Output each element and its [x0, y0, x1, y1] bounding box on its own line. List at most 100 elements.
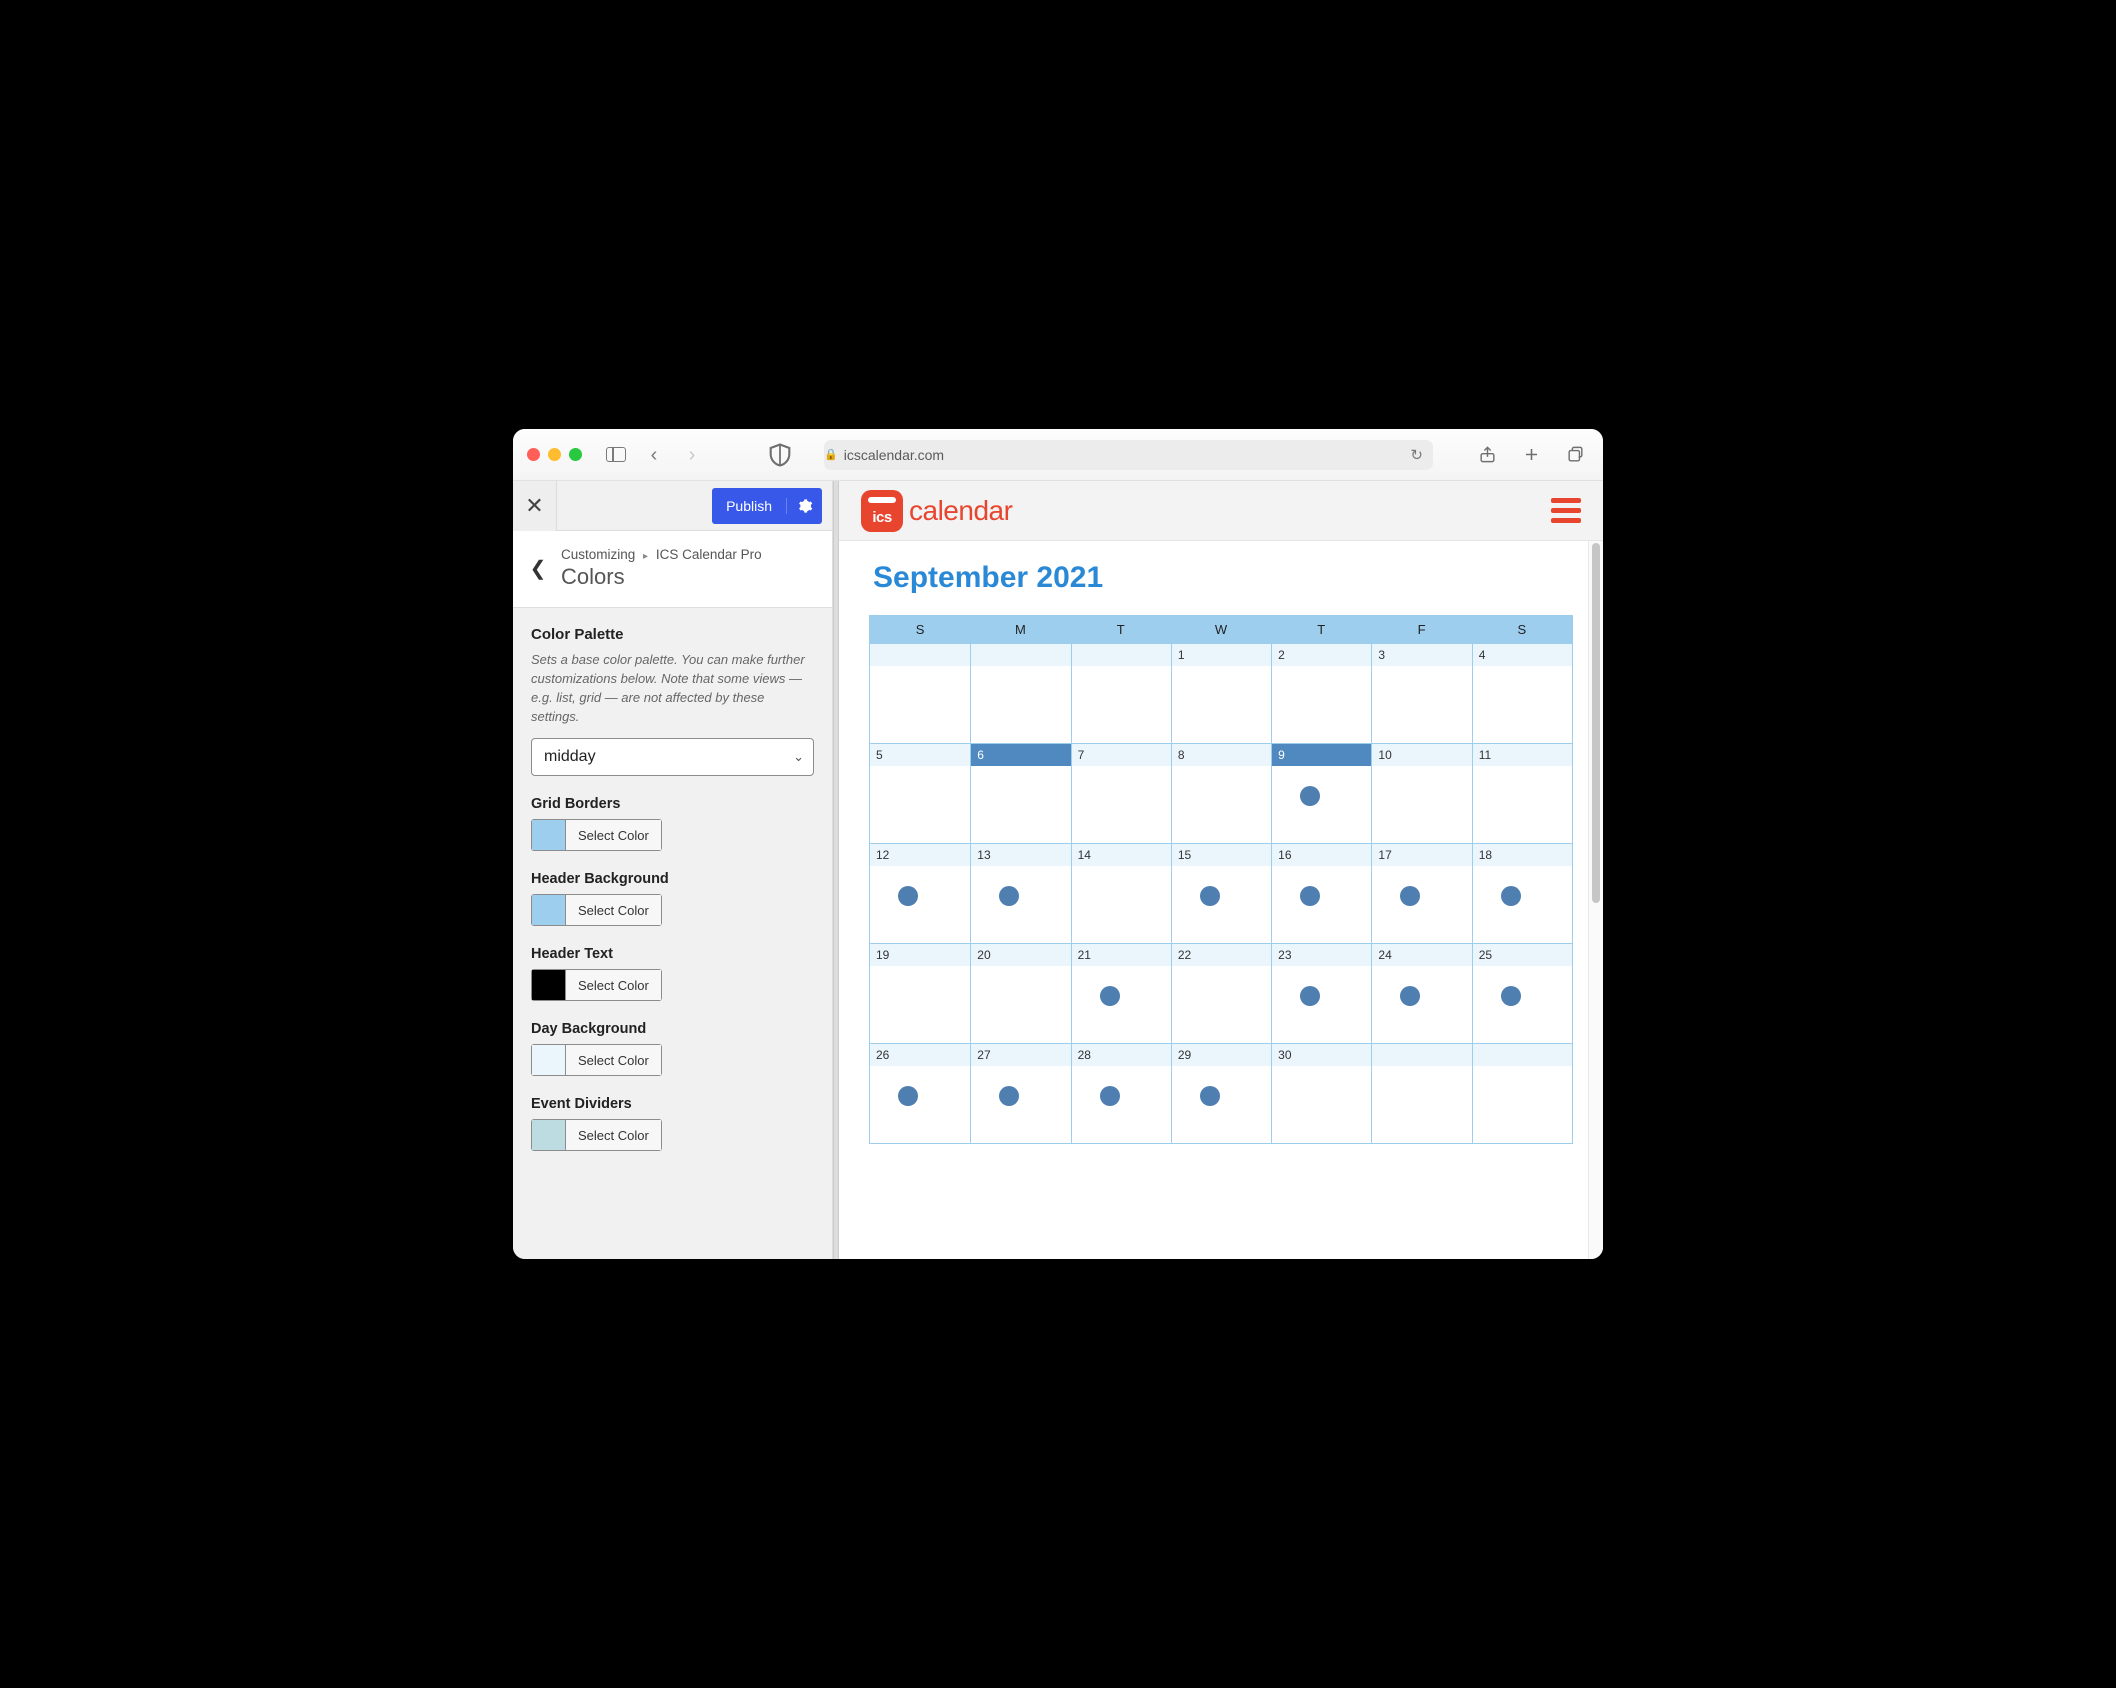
color-picker-button[interactable]: Select Color — [531, 969, 662, 1001]
event-dot-icon[interactable] — [1100, 1086, 1120, 1106]
maximize-window-button[interactable] — [569, 448, 582, 461]
calendar-day-cell[interactable]: 19 — [870, 943, 970, 1043]
day-number: 6 — [971, 744, 1070, 766]
event-dot-icon[interactable] — [1200, 886, 1220, 906]
palette-select[interactable] — [531, 738, 814, 776]
address-bar[interactable]: 🔒 icscalendar.com ↻ — [824, 440, 1433, 470]
close-window-button[interactable] — [527, 448, 540, 461]
event-dot-icon[interactable] — [1501, 986, 1521, 1006]
day-number: 15 — [1172, 844, 1271, 866]
site-logo[interactable]: calendar — [861, 490, 1012, 532]
calendar-day-cell[interactable]: 25 — [1472, 943, 1572, 1043]
event-dot-icon[interactable] — [1200, 1086, 1220, 1106]
share-button[interactable] — [1473, 444, 1501, 466]
calendar-day-cell[interactable]: 15 — [1171, 843, 1271, 943]
reload-icon[interactable]: ↻ — [1410, 446, 1423, 464]
event-dot-icon[interactable] — [1300, 786, 1320, 806]
day-number: 5 — [870, 744, 970, 766]
calendar-day-cell[interactable]: 3 — [1371, 643, 1471, 743]
calendar-day-cell[interactable]: 11 — [1472, 743, 1572, 843]
calendar-day-cell[interactable]: 5 — [870, 743, 970, 843]
calendar-day-cell[interactable]: 8 — [1171, 743, 1271, 843]
calendar-day-cell[interactable]: 14 — [1071, 843, 1171, 943]
site-preview: calendar September 2021 SMTWTFS 12345678… — [839, 481, 1603, 1259]
calendar-day-cell[interactable] — [1071, 643, 1171, 743]
panel-body: Color Palette Sets a base color palette.… — [513, 608, 832, 1259]
new-tab-button[interactable] — [1517, 444, 1545, 466]
event-dot-icon[interactable] — [1300, 886, 1320, 906]
calendar-day-cell[interactable]: 21 — [1071, 943, 1171, 1043]
calendar-day-cell[interactable]: 28 — [1071, 1043, 1171, 1143]
publish-settings-button[interactable] — [786, 498, 822, 514]
color-control: Day Background Select Color — [531, 1021, 814, 1078]
event-dot-icon[interactable] — [898, 886, 918, 906]
color-control: Header TextSelect Color — [531, 946, 814, 1003]
calendar-day-cell[interactable]: 1 — [1171, 643, 1271, 743]
calendar-day-cell[interactable]: 17 — [1371, 843, 1471, 943]
event-dot-icon[interactable] — [1100, 986, 1120, 1006]
calendar-day-cell[interactable] — [1371, 1043, 1471, 1143]
nav-back-button[interactable]: ‹ — [640, 444, 668, 466]
color-swatch — [532, 895, 566, 925]
color-picker-button[interactable]: Select Color — [531, 894, 662, 926]
color-picker-button[interactable]: Select Color — [531, 819, 662, 851]
hamburger-menu-button[interactable] — [1551, 498, 1581, 523]
event-dot-icon[interactable] — [999, 1086, 1019, 1106]
calendar-day-cell[interactable]: 7 — [1071, 743, 1171, 843]
color-control-label: Day Background — [531, 1021, 814, 1037]
day-number: 25 — [1473, 944, 1572, 966]
weekday-header: W — [1171, 616, 1271, 643]
calendar-day-cell[interactable]: 2 — [1271, 643, 1371, 743]
color-control-label: Event Dividers — [531, 1096, 814, 1112]
sidebar-toggle-button[interactable] — [602, 444, 630, 466]
calendar-day-cell[interactable]: 27 — [970, 1043, 1070, 1143]
calendar-day-cell[interactable]: 4 — [1472, 643, 1572, 743]
color-picker-button[interactable]: Select Color — [531, 1044, 662, 1076]
calendar-day-cell[interactable]: 20 — [970, 943, 1070, 1043]
color-control: Grid BordersSelect Color — [531, 796, 814, 853]
minimize-window-button[interactable] — [548, 448, 561, 461]
calendar-day-cell[interactable]: 22 — [1171, 943, 1271, 1043]
close-customizer-button[interactable]: ✕ — [513, 481, 557, 531]
day-number: 7 — [1072, 744, 1171, 766]
calendar-day-cell[interactable]: 26 — [870, 1043, 970, 1143]
scrollbar-thumb[interactable] — [1592, 543, 1600, 903]
day-number: 14 — [1072, 844, 1171, 866]
event-dot-icon[interactable] — [1400, 986, 1420, 1006]
event-dot-icon[interactable] — [1400, 886, 1420, 906]
day-number: 21 — [1072, 944, 1171, 966]
calendar-day-cell[interactable] — [870, 643, 970, 743]
calendar-header-row: SMTWTFS — [870, 616, 1572, 643]
event-dot-icon[interactable] — [999, 886, 1019, 906]
nav-forward-button[interactable]: › — [678, 444, 706, 466]
calendar-day-cell[interactable] — [970, 643, 1070, 743]
chevron-right-icon: ▸ — [643, 551, 648, 562]
tabs-overview-button[interactable] — [1561, 444, 1589, 466]
day-number: 28 — [1072, 1044, 1171, 1066]
publish-button[interactable]: Publish — [712, 488, 822, 524]
calendar-day-cell[interactable]: 18 — [1472, 843, 1572, 943]
preview-scrollbar[interactable] — [1588, 541, 1603, 1259]
calendar-day-cell[interactable]: 12 — [870, 843, 970, 943]
calendar-day-cell[interactable]: 9 — [1271, 743, 1371, 843]
calendar-day-cell[interactable]: 10 — [1371, 743, 1471, 843]
calendar-day-cell[interactable]: 6 — [970, 743, 1070, 843]
event-dot-icon[interactable] — [1501, 886, 1521, 906]
calendar-day-cell[interactable]: 24 — [1371, 943, 1471, 1043]
panel-back-button[interactable]: ❮ — [521, 543, 555, 593]
select-color-label: Select Color — [566, 1120, 661, 1150]
calendar-day-cell[interactable]: 23 — [1271, 943, 1371, 1043]
day-number: 23 — [1272, 944, 1371, 966]
calendar-day-cell[interactable] — [1472, 1043, 1572, 1143]
privacy-shield-button[interactable] — [766, 444, 794, 466]
day-number: 18 — [1473, 844, 1572, 866]
calendar-day-cell[interactable]: 29 — [1171, 1043, 1271, 1143]
calendar-day-cell[interactable]: 16 — [1271, 843, 1371, 943]
calendar-day-cell[interactable]: 13 — [970, 843, 1070, 943]
color-picker-button[interactable]: Select Color — [531, 1119, 662, 1151]
day-number: 16 — [1272, 844, 1371, 866]
event-dot-icon[interactable] — [898, 1086, 918, 1106]
breadcrumb: ❮ Customizing ▸ ICS Calendar Pro Colors — [513, 531, 832, 608]
event-dot-icon[interactable] — [1300, 986, 1320, 1006]
calendar-day-cell[interactable]: 30 — [1271, 1043, 1371, 1143]
